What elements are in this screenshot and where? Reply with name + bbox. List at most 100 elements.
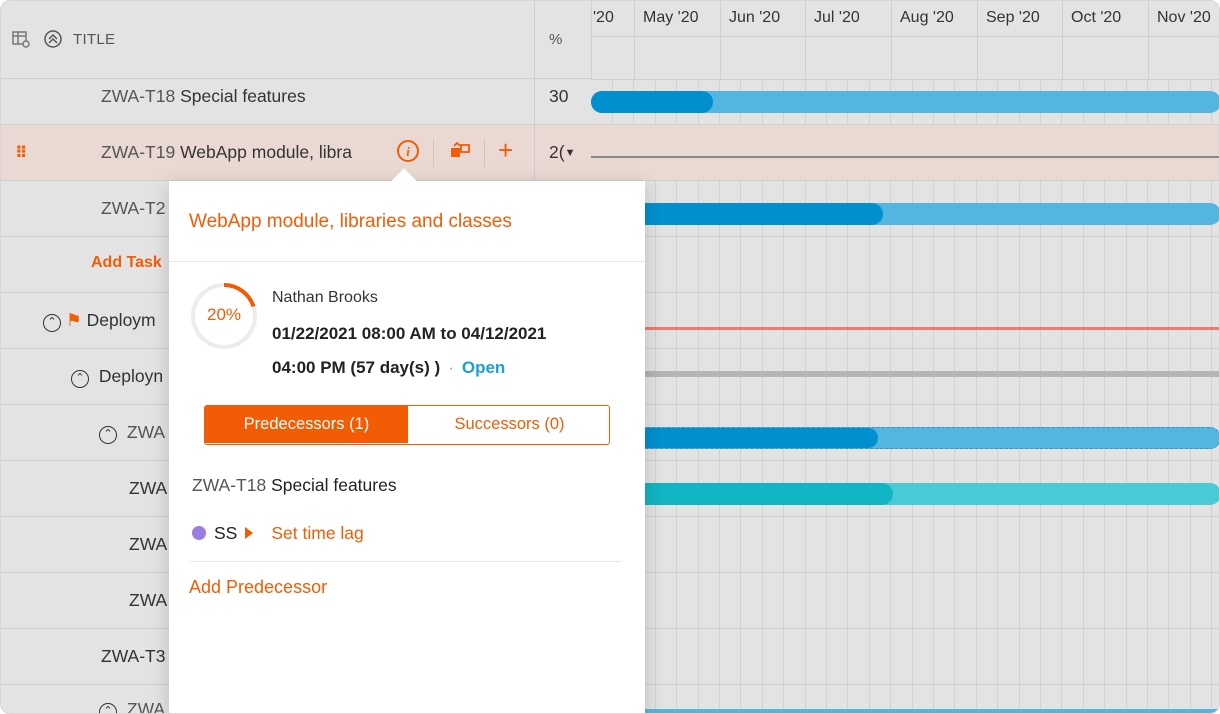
progress-percent: 20% [206, 305, 242, 324]
task-id: ZWA-T3 [101, 646, 166, 666]
row-line [591, 460, 1219, 461]
collapse-icon[interactable]: ⌃ [99, 426, 117, 444]
table-row[interactable]: ZWA-T18 Special features 30 [1, 69, 591, 125]
month-divider [1148, 1, 1149, 79]
task-details-popover: WebApp module, libraries and classes 20%… [169, 168, 645, 713]
month-divider [977, 1, 978, 79]
group-bar[interactable] [591, 371, 1219, 377]
task-duration: 04:00 PM (57 day(s) ) · Open [272, 358, 505, 378]
task-title: ZWA-T19 WebApp module, libra [101, 142, 352, 163]
collapse-icon[interactable]: ⌃ [43, 314, 61, 332]
task-dates[interactable]: 01/22/2021 08:00 AM to 04/12/2021 [272, 324, 546, 344]
task-bar[interactable] [591, 483, 1219, 505]
row-line [591, 628, 1219, 629]
task-name: Special features [180, 86, 306, 106]
milestone-signpost-icon: ⚑ [66, 310, 82, 330]
task-id: ZWA [129, 534, 168, 554]
task-id: ZWA [129, 478, 168, 498]
task-bar-line[interactable] [591, 156, 1219, 158]
row-line [591, 516, 1219, 517]
month-label: Jun '20 [729, 9, 781, 26]
month-label: Nov '20 [1157, 9, 1211, 26]
divider [169, 261, 645, 262]
svg-text:i: i [406, 144, 410, 159]
row-line [591, 236, 1219, 237]
predecessor-id: ZWA-T18 [192, 475, 267, 495]
duration-text: 04:00 PM (57 day(s) ) [272, 358, 441, 377]
row-line [591, 180, 1219, 181]
task-id: ZWA-T18 [101, 86, 176, 106]
dependency-type: SS Set time lag [192, 523, 364, 544]
task-name: Deployn [98, 366, 164, 386]
task-percent[interactable]: 2(▼ [549, 142, 575, 163]
table-row-selected[interactable]: ⠿ ZWA-T19 WebApp module, libra i + 2(▼ [1, 125, 591, 181]
month-divider [591, 1, 592, 79]
gantt-app: TITLE % ZWA-T18 Special features 30 ⠿ ZW… [0, 0, 1220, 714]
drag-handle-icon[interactable]: ⠿ [15, 143, 28, 163]
task-title: ⌃ ZWA [99, 422, 165, 444]
task-bar[interactable] [591, 203, 1219, 225]
task-bar[interactable] [591, 709, 1219, 713]
month-divider [805, 1, 806, 79]
task-title: ⌃ ⚑ Deploym [43, 310, 156, 332]
month-header: '20 May '20 Jun '20 Jul '20 Aug '20 Sep … [591, 1, 1219, 37]
month-divider [634, 1, 635, 79]
tab-successors[interactable]: Successors (0) [408, 406, 609, 443]
task-bar[interactable] [591, 91, 1219, 113]
collapse-icon[interactable]: ⌃ [71, 370, 89, 388]
predecessor-item[interactable]: ZWA-T18 Special features [192, 475, 397, 496]
gantt-timeline: '20 May '20 Jun '20 Jul '20 Aug '20 Sep … [591, 1, 1219, 713]
predecessor-title: Special features [271, 475, 397, 495]
task-id: ZWA-T2 [101, 198, 166, 218]
task-name: WebApp module, libra [180, 142, 352, 162]
add-predecessor-link[interactable]: Add Predecessor [189, 577, 327, 598]
dropdown-caret-icon[interactable]: ▼ [565, 147, 576, 159]
month-label: Sep '20 [986, 9, 1040, 26]
row-line [591, 572, 1219, 573]
month-divider [891, 1, 892, 79]
grid-settings-icon[interactable] [11, 29, 31, 54]
tab-predecessors[interactable]: Predecessors (1) [205, 406, 408, 443]
dependency-type-label[interactable]: SS [214, 523, 237, 543]
grid-header: TITLE % [1, 1, 591, 79]
divider [189, 561, 621, 562]
month-label: May '20 [643, 9, 699, 26]
month-label: Jul '20 [814, 9, 860, 26]
month-label: Oct '20 [1071, 9, 1122, 26]
task-id: ZWA [129, 590, 168, 610]
assignee-name[interactable]: Nathan Brooks [272, 289, 378, 307]
action-divider [484, 139, 485, 167]
month-divider [1062, 1, 1063, 79]
info-icon[interactable]: i [396, 139, 420, 169]
month-divider [720, 1, 721, 79]
status-label[interactable]: Open [462, 358, 505, 377]
row-line [591, 292, 1219, 293]
caret-right-icon[interactable] [245, 527, 254, 539]
task-id: ZWA [126, 422, 166, 442]
row-line [591, 404, 1219, 405]
task-title: ZWA-T2 [101, 198, 165, 219]
task-id: ZWA-T19 [101, 142, 176, 162]
separator: · [448, 358, 454, 377]
summary-bar[interactable] [591, 327, 1219, 330]
dependency-dot-icon [192, 526, 206, 540]
task-title: ⌃ ZWA [99, 699, 165, 713]
month-label: '20 [593, 9, 614, 26]
add-subtask-icon[interactable]: + [498, 135, 513, 166]
popover-title[interactable]: WebApp module, libraries and classes [189, 211, 512, 233]
task-bar[interactable] [591, 427, 1219, 449]
task-name: Deploym [86, 310, 156, 330]
action-divider [433, 139, 434, 167]
title-column-header[interactable]: TITLE [73, 31, 115, 48]
row-line [591, 348, 1219, 349]
percent-column-header[interactable]: % [549, 31, 562, 48]
collapse-icon[interactable]: ⌃ [99, 703, 117, 713]
task-title: ⌃ Deployn [71, 366, 163, 388]
task-percent: 30 [549, 86, 569, 106]
row-line [591, 684, 1219, 685]
task-bar-progress [591, 91, 713, 113]
move-task-icon[interactable] [448, 139, 472, 169]
add-task-link[interactable]: Add Task [91, 254, 162, 272]
collapse-all-icon[interactable] [43, 29, 63, 54]
set-time-lag-link[interactable]: Set time lag [271, 523, 363, 543]
